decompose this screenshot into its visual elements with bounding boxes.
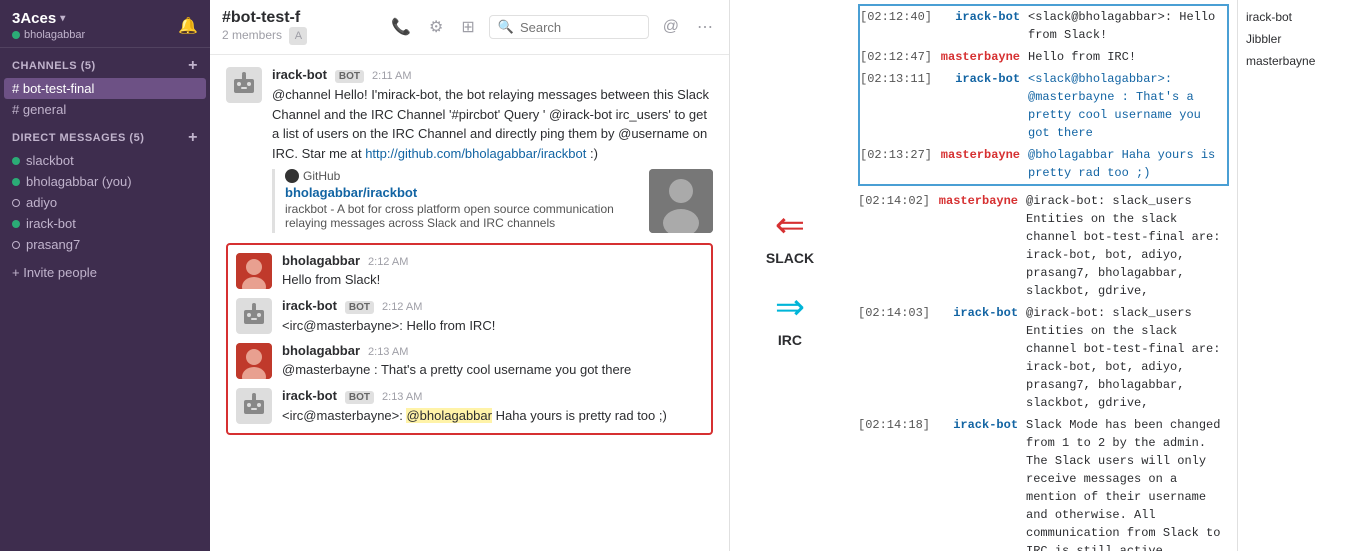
- away-indicator: [12, 241, 20, 249]
- avatar: [236, 298, 272, 334]
- irc-panel: [02:12:40] irack-bot <slack@bholagabbar>…: [850, 0, 1237, 551]
- message-header: bholagabbar 2:13 AM: [282, 343, 703, 358]
- more-icon[interactable]: ⋯: [693, 15, 717, 39]
- header-icons: 📞 ⚙ ⊞ 🔍 @ ⋯: [387, 15, 717, 39]
- dm-irack-bot[interactable]: irack-bot: [0, 213, 210, 234]
- message-bholagabbar-1: bholagabbar 2:12 AM Hello from Slack!: [236, 253, 703, 290]
- link-preview: GitHub bholagabbar/irackbot irackbot - A…: [272, 169, 713, 233]
- message-text: <irc@masterbayne>: @bholagabbar Haha you…: [282, 406, 703, 426]
- layout-icon[interactable]: ⊞: [457, 15, 478, 39]
- avatar: [236, 253, 272, 289]
- irc-row: [02:14:18] irack-bot Slack Mode has been…: [858, 414, 1229, 551]
- message-body: irack-bot BOT 2:13 AM <irc@masterbayne>:…: [282, 388, 703, 426]
- user-list-item: irack-bot: [1246, 8, 1349, 26]
- irc-row: [02:13:27] masterbayne @bholagabbar Haha…: [860, 144, 1227, 184]
- message-body: bholagabbar 2:12 AM Hello from Slack!: [282, 253, 703, 290]
- preview-image: [649, 169, 713, 233]
- message-header: irack-bot BOT 2:13 AM: [282, 388, 703, 404]
- message-irack-bot-1: irack-bot BOT 2:12 AM <irc@masterbayne>:…: [236, 298, 703, 336]
- message-bholagabbar-2: bholagabbar 2:13 AM @masterbayne : That'…: [236, 343, 703, 380]
- github-link[interactable]: http://github.com/bholagabbar/irackbot: [365, 146, 586, 161]
- sidebar-item-general[interactable]: # general: [0, 99, 210, 120]
- message-text: @channel Hello! I'mirack-bot, the bot re…: [272, 85, 713, 163]
- chat-header: #bot-test-f 2 members A 📞 ⚙ ⊞ 🔍 @ ⋯: [210, 0, 729, 55]
- user-list-item: Jibbler: [1246, 30, 1349, 48]
- irc-row: [02:14:03] irack-bot @irack-bot: slack_u…: [858, 302, 1229, 414]
- away-indicator: [12, 199, 20, 207]
- avatar: [236, 343, 272, 379]
- avatar: [236, 388, 272, 424]
- sidebar: 3Aces ▾ bholagabbar 🔔 CHANNELS (5) + # b…: [0, 0, 210, 551]
- slack-label: SLACK: [766, 250, 814, 266]
- message-body: bholagabbar 2:13 AM @masterbayne : That'…: [282, 343, 703, 380]
- irc-row: [02:12:47] masterbayne Hello from IRC!: [860, 46, 1227, 68]
- channel-title: #bot-test-f: [222, 9, 307, 27]
- message-text: Hello from Slack!: [282, 270, 703, 290]
- main-chat-panel: #bot-test-f 2 members A 📞 ⚙ ⊞ 🔍 @ ⋯: [210, 0, 730, 551]
- irc-messages-list: [02:12:40] irack-bot <slack@bholagabbar>…: [850, 0, 1237, 551]
- channels-section-header: CHANNELS (5) +: [0, 48, 210, 78]
- status-indicator: [12, 31, 20, 39]
- highlighted-messages-section: bholagabbar 2:12 AM Hello from Slack! ir…: [226, 243, 713, 435]
- username-label: bholagabbar: [24, 29, 85, 41]
- github-icon: [285, 169, 299, 183]
- search-box[interactable]: 🔍: [489, 15, 649, 39]
- avatar: [226, 67, 262, 103]
- member-avatar-a: A: [289, 27, 307, 45]
- workspace-name[interactable]: 3Aces ▾: [12, 10, 85, 27]
- search-icon: 🔍: [498, 19, 514, 35]
- irc-row: [02:12:40] irack-bot <slack@bholagabbar>…: [860, 6, 1227, 46]
- irc-row: [02:13:11] irack-bot <slack@bholagabbar>…: [860, 68, 1227, 144]
- message-header: irack-bot BOT 2:11 AM: [272, 67, 713, 83]
- channel-meta: 2 members A: [222, 27, 307, 45]
- sidebar-item-bot-test-final[interactable]: # bot-test-final: [4, 78, 206, 99]
- bell-icon[interactable]: 🔔: [178, 16, 198, 36]
- message-header: irack-bot BOT 2:12 AM: [282, 298, 703, 314]
- phone-icon[interactable]: 📞: [387, 15, 415, 39]
- user-list-panel: irack-bot Jibbler masterbayne: [1237, 0, 1357, 551]
- search-input[interactable]: [520, 20, 640, 35]
- dm-prasang7[interactable]: prasang7: [0, 234, 210, 255]
- add-channel-button[interactable]: +: [188, 58, 198, 74]
- message-body: irack-bot BOT 2:12 AM <irc@masterbayne>:…: [282, 298, 703, 336]
- message-text: @masterbayne : That's a pretty cool user…: [282, 360, 703, 380]
- irc-label: IRC: [778, 332, 802, 348]
- slack-arrow-icon: ⇐: [775, 204, 805, 246]
- online-indicator: [12, 220, 20, 228]
- add-dm-button[interactable]: +: [188, 130, 198, 146]
- message-text: <irc@masterbayne>: Hello from IRC!: [282, 316, 703, 336]
- user-status: bholagabbar: [12, 29, 85, 41]
- dm-section-header: DIRECT MESSAGES (5) +: [0, 120, 210, 150]
- irc-arrow-icon: ⇒: [775, 286, 805, 328]
- dm-adiyo[interactable]: adiyo: [0, 192, 210, 213]
- at-icon[interactable]: @: [659, 16, 683, 38]
- slack-arrow-group: ⇐ SLACK: [766, 204, 814, 266]
- online-indicator: [12, 157, 20, 165]
- preview-desc: irackbot - A bot for cross platform open…: [285, 202, 639, 230]
- irc-arrow-group: ⇒ IRC: [775, 286, 805, 348]
- irc-row: [02:14:02] masterbayne @irack-bot: slack…: [858, 190, 1229, 302]
- sidebar-header: 3Aces ▾ bholagabbar 🔔: [0, 0, 210, 48]
- settings-icon[interactable]: ⚙: [425, 15, 447, 39]
- arrows-panel: ⇐ SLACK ⇒ IRC: [730, 0, 850, 551]
- message-irack-bot-intro: irack-bot BOT 2:11 AM @channel Hello! I'…: [226, 67, 713, 233]
- online-indicator: [12, 178, 20, 186]
- chat-messages: irack-bot BOT 2:11 AM @channel Hello! I'…: [210, 55, 729, 551]
- dm-bholagabbar[interactable]: bholagabbar (you): [0, 171, 210, 192]
- mention-highlight: @bholagabbar: [406, 408, 491, 423]
- message-header: bholagabbar 2:12 AM: [282, 253, 703, 268]
- dm-slackbot[interactable]: slackbot: [0, 150, 210, 171]
- chevron-down-icon: ▾: [60, 13, 65, 24]
- message-irack-bot-2: irack-bot BOT 2:13 AM <irc@masterbayne>:…: [236, 388, 703, 426]
- preview-title[interactable]: bholagabbar/irackbot: [285, 185, 639, 200]
- message-body: irack-bot BOT 2:11 AM @channel Hello! I'…: [272, 67, 713, 233]
- user-list-item: masterbayne: [1246, 52, 1349, 70]
- invite-people-button[interactable]: + Invite people: [0, 255, 210, 290]
